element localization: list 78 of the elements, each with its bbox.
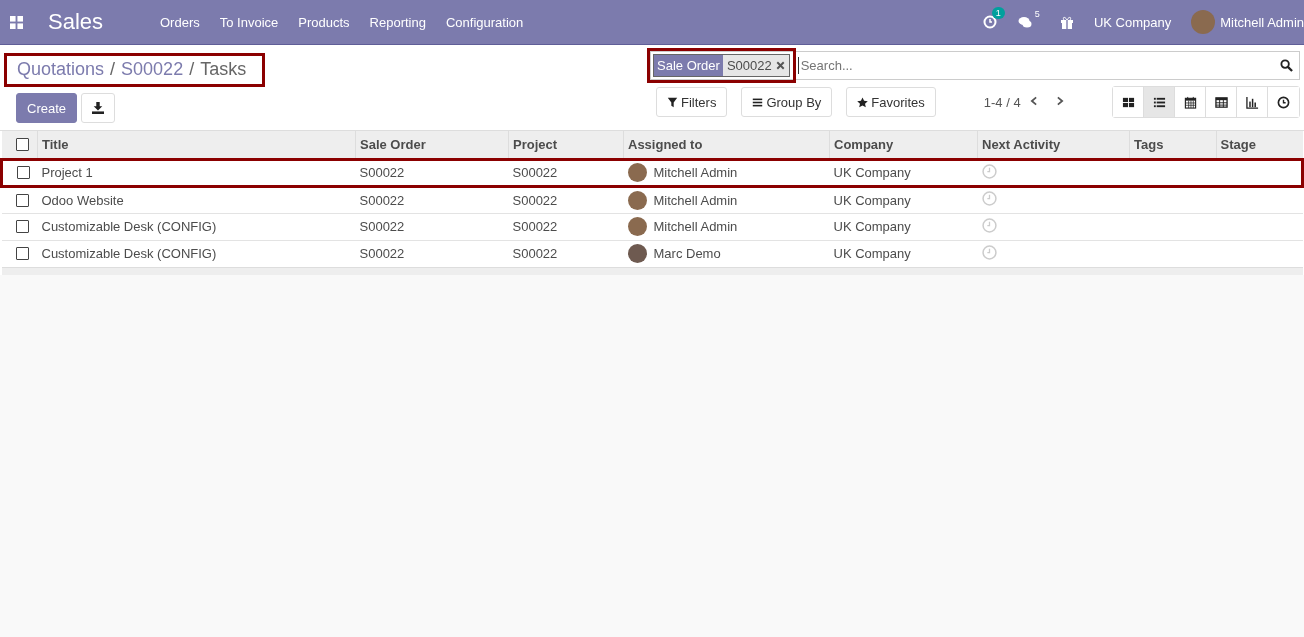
breadcrumb-separator: / [189, 59, 195, 80]
chevron-left-icon [1028, 94, 1039, 107]
table-row[interactable]: Project 1 S00022 S00022 Mitchell Admin UK Company [1, 159, 1303, 186]
user-name[interactable]: Mitchell Admin [1220, 14, 1304, 30]
message-count: 5 [1034, 9, 1040, 19]
remove-x-icon[interactable] [775, 61, 785, 70]
row-checkbox[interactable] [17, 166, 30, 179]
breadcrumb-separator: / [110, 59, 116, 80]
table-cell: S00022 [508, 159, 624, 186]
menu-item[interactable]: Configuration [445, 14, 524, 30]
calendar-icon [1183, 95, 1197, 109]
search-icon[interactable] [1280, 59, 1293, 72]
table-cell: UK Company [829, 186, 978, 213]
apps-grid-icon[interactable] [10, 15, 23, 29]
table-cell: Marc Demo [653, 246, 721, 261]
table-cell: S00022 [508, 186, 624, 213]
table-cell: UK Company [829, 213, 978, 240]
list-lines-icon [752, 96, 764, 108]
table-grid-icon [1214, 95, 1228, 109]
table-cell: S00022 [355, 159, 509, 186]
create-button[interactable]: Create [16, 93, 78, 123]
table-cell: Mitchell Admin [653, 165, 738, 180]
table-row[interactable]: Odoo Website S00022 S00022 Mitchell Admin UK Company [1, 186, 1303, 213]
chat-bubbles-icon[interactable] [1016, 15, 1033, 29]
column-header[interactable]: Tags [1129, 131, 1216, 159]
table-cell: S00022 [508, 213, 624, 240]
star-icon [857, 96, 869, 108]
breadcrumb-item: Tasks [200, 59, 247, 80]
kanban-grid-icon [1121, 95, 1135, 109]
download-button[interactable] [81, 93, 116, 123]
table-cell: Project 1 [37, 159, 356, 186]
menu-item[interactable]: Products [298, 14, 350, 30]
list-icon [1152, 95, 1166, 109]
favorites-button[interactable]: Favorites [846, 87, 936, 117]
table-cell: S00022 [355, 186, 509, 213]
column-header[interactable]: Sale Order [355, 131, 509, 159]
view-switch-button[interactable] [1113, 87, 1144, 117]
user-avatar [627, 217, 647, 236]
filter-icon [667, 96, 678, 108]
user-avatar [627, 163, 647, 182]
table-row[interactable]: Customizable Desk (CONFIG) S00022 S00022 Mitchell Admin UK Company [1, 213, 1303, 240]
table-cell: Customizable Desk (CONFIG) [37, 213, 356, 240]
column-header[interactable]: Project [508, 131, 624, 159]
facet-value: S00022 [726, 58, 772, 73]
table-cell: S00022 [355, 213, 509, 240]
column-header[interactable]: Title [37, 131, 356, 159]
breadcrumb-item[interactable]: S00022 [121, 59, 184, 80]
column-header[interactable]: Assigned to [623, 131, 830, 159]
download-icon [92, 102, 105, 114]
select-all-checkbox[interactable] [15, 137, 29, 151]
breadcrumb-item[interactable]: Quotations [17, 59, 105, 80]
company-switcher[interactable]: UK Company [1093, 14, 1172, 30]
column-header[interactable]: Company [829, 131, 978, 159]
column-header[interactable]: Stage [1216, 131, 1303, 159]
gift-icon[interactable] [1059, 15, 1074, 29]
menu-item[interactable]: To Invoice [219, 14, 279, 30]
column-header[interactable]: Next Activity [977, 131, 1130, 159]
menu-item[interactable]: Orders [160, 14, 200, 30]
menu-item[interactable]: Reporting [369, 14, 426, 30]
filters-button[interactable]: Filters [656, 87, 728, 117]
table-cell: Mitchell Admin [653, 219, 738, 234]
clock-icon [1277, 95, 1290, 109]
search-field[interactable]: Sale Order S00022 Search... [650, 51, 1300, 80]
view-switch-button[interactable] [1144, 87, 1175, 117]
row-checkbox[interactable] [15, 193, 29, 207]
pager-value: 1-4 / 4 [983, 94, 1021, 110]
user-avatar [627, 190, 647, 210]
row-checkbox[interactable] [15, 247, 29, 260]
user-avatar [627, 244, 647, 263]
group-by-button[interactable]: Group By [741, 87, 833, 117]
activity-count-badge: 1 [991, 7, 1005, 19]
row-checkbox[interactable] [15, 220, 29, 233]
table-cell: Mitchell Admin [653, 192, 738, 208]
facet-label: Sale Order [654, 55, 723, 76]
bar-chart-icon [1245, 95, 1259, 109]
table-cell: Odoo Website [37, 186, 356, 213]
app-title: Sales [48, 9, 105, 35]
table-cell: UK Company [829, 159, 978, 186]
